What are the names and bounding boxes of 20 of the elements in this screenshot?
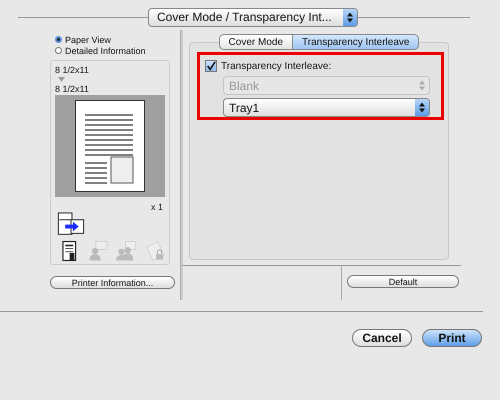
- print-button[interactable]: Print: [422, 329, 482, 347]
- checkbox[interactable]: [205, 60, 217, 72]
- down-triangle-icon: [58, 77, 65, 82]
- output-size-label: 8 1/2x11: [55, 84, 90, 94]
- original-size-label: 8 1/2x11: [55, 65, 90, 75]
- source-select[interactable]: Tray1: [223, 98, 430, 117]
- checkmark-icon: [206, 61, 216, 71]
- tab[interactable]: Cover Mode: [218, 34, 293, 50]
- tab[interactable]: Transparency Interleave: [293, 34, 420, 50]
- printer-information-button[interactable]: Printer Information...: [50, 276, 175, 289]
- checkbox-label: Transparency Interleave:: [221, 60, 332, 72]
- view-radio[interactable]: Detailed Information: [55, 45, 146, 56]
- view-radio[interactable]: Paper View: [55, 34, 111, 45]
- stepper-icon: [415, 99, 429, 116]
- cancel-button[interactable]: Cancel: [352, 329, 412, 347]
- printer-arrow-icon: [57, 212, 85, 235]
- copies-label: x 1: [150, 202, 163, 212]
- stepper-icon: [343, 8, 357, 26]
- mode-popup[interactable]: Cover Mode / Transparency Int...: [148, 8, 358, 26]
- default-button[interactable]: Default: [347, 275, 459, 288]
